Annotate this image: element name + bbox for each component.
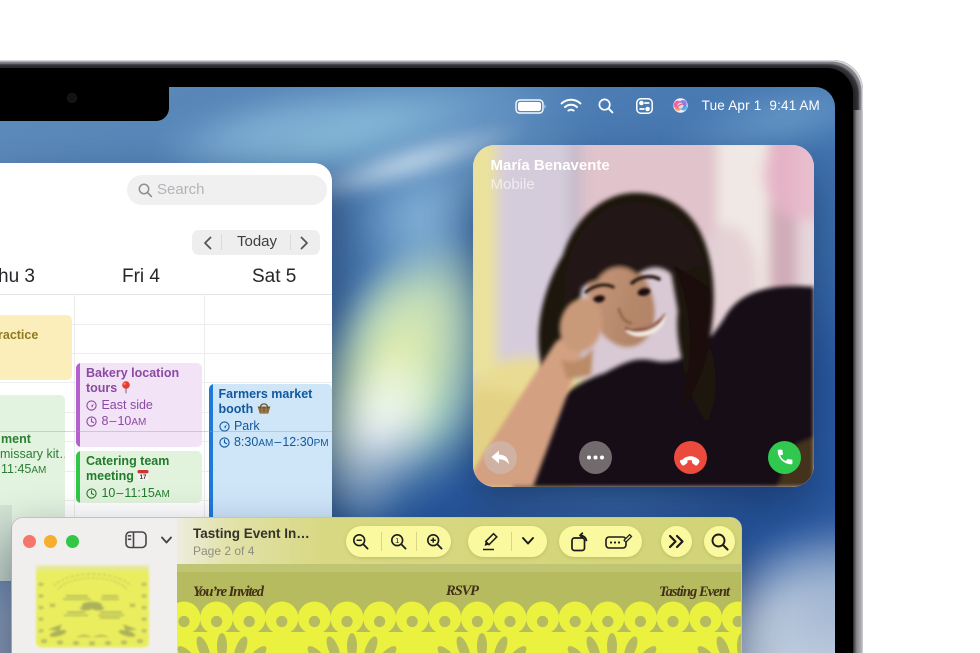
svg-text:17: 17	[140, 475, 147, 481]
svg-text:Tasting Event: Tasting Event	[659, 584, 731, 600]
svg-text:You’re Invited: You’re Invited	[193, 584, 265, 600]
svg-text:1: 1	[395, 536, 399, 545]
svg-text:RSVP: RSVP	[445, 583, 479, 599]
